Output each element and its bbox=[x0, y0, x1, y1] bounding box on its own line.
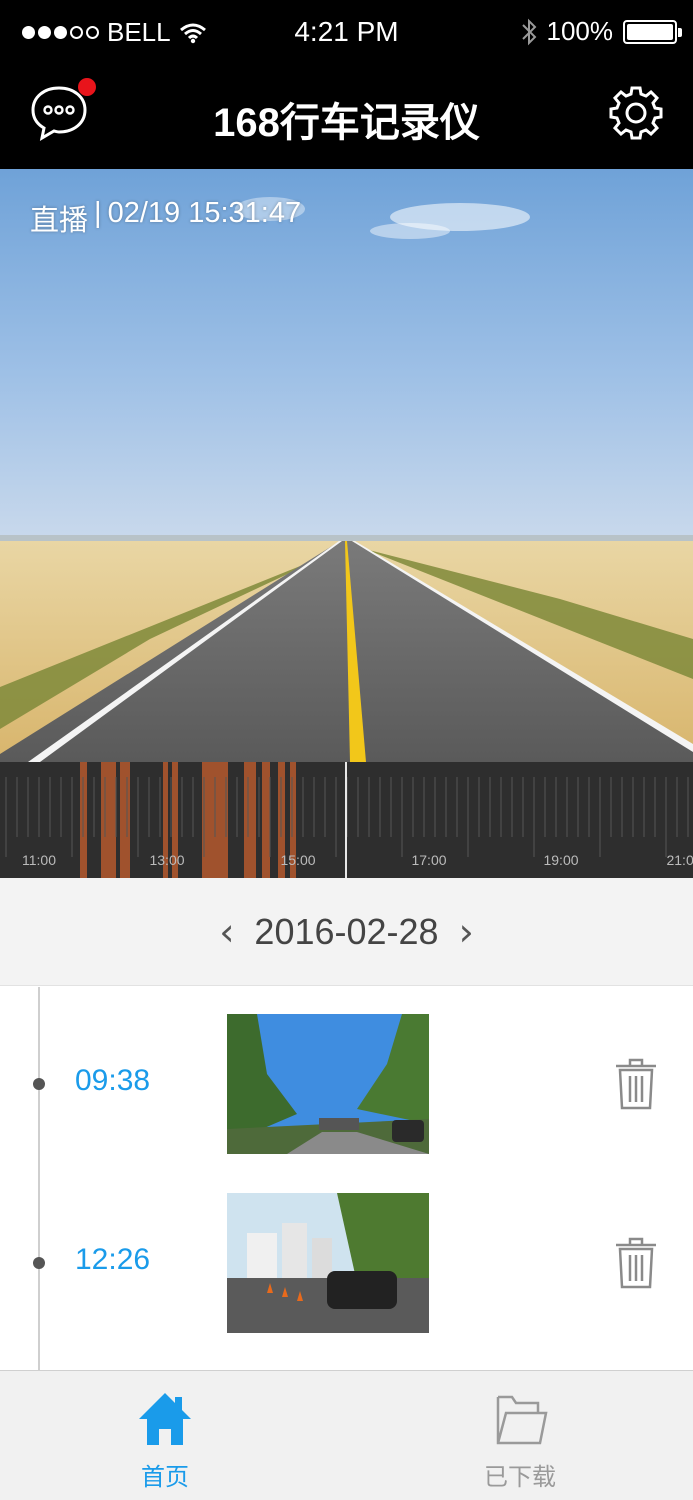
settings-button[interactable] bbox=[609, 84, 663, 142]
recorded-segment[interactable] bbox=[244, 762, 256, 878]
tab-label: 首页 bbox=[141, 1464, 189, 1491]
recorded-segment[interactable] bbox=[101, 762, 116, 878]
recorded-segment[interactable] bbox=[120, 762, 130, 878]
next-date-button[interactable]: › bbox=[459, 910, 474, 954]
battery-percent: 100% bbox=[546, 16, 614, 46]
tab-bar: 首页 已下载 bbox=[0, 1370, 693, 1500]
list-item[interactable]: 09:38 bbox=[0, 1014, 693, 1154]
page-title: 168行车记录仪 bbox=[213, 101, 480, 145]
tab-downloaded[interactable]: 已下载 bbox=[420, 1371, 620, 1500]
status-bar: BELL 4:21 PM 100% bbox=[0, 0, 693, 68]
delete-button[interactable] bbox=[612, 1056, 660, 1112]
recording-list: 09:38 12:26 bbox=[0, 987, 693, 1370]
timeline-tick-label: 19:00 bbox=[543, 852, 579, 868]
live-separator: | bbox=[94, 197, 102, 229]
trash-icon bbox=[616, 1237, 656, 1289]
nav-bar: 168行车记录仪 bbox=[0, 68, 693, 169]
tab-label: 已下载 bbox=[484, 1464, 556, 1491]
recording-timeline[interactable]: 11:00 13:00 15:00 17:00 19:00 21:00 bbox=[0, 762, 693, 878]
timeline-tick-label: 17:00 bbox=[411, 852, 447, 868]
folder-icon bbox=[496, 1395, 548, 1445]
date-navigator: ‹ 2016-02-28 › bbox=[0, 878, 693, 986]
tab-home[interactable]: 首页 bbox=[65, 1371, 265, 1500]
live-label: 直播 bbox=[30, 205, 89, 237]
timeline-tick-label: 11:00 bbox=[22, 852, 56, 868]
recording-time: 09:38 bbox=[75, 1064, 151, 1097]
recording-time: 12:26 bbox=[75, 1243, 151, 1276]
timeline-track bbox=[5, 762, 689, 878]
current-date: 2016-02-28 bbox=[254, 910, 439, 952]
list-item[interactable]: 12:26 bbox=[0, 1193, 693, 1333]
gear-icon bbox=[609, 86, 663, 140]
delete-button[interactable] bbox=[612, 1235, 660, 1291]
timeline-tick-label: 21:00 bbox=[666, 852, 693, 868]
road-scene-image bbox=[0, 169, 693, 762]
trash-icon bbox=[616, 1058, 656, 1110]
battery-icon bbox=[623, 19, 682, 44]
recorded-segment[interactable] bbox=[262, 762, 270, 878]
timeline-dot bbox=[33, 1257, 45, 1269]
prev-date-button[interactable]: ‹ bbox=[219, 910, 234, 954]
live-datetime: 02/19 15:31:47 bbox=[107, 197, 302, 229]
home-icon bbox=[139, 1393, 191, 1445]
status-right: 100% bbox=[521, 16, 682, 47]
tunnel-road-thumbnail[interactable] bbox=[227, 1014, 429, 1154]
live-video[interactable]: 直播 | 02/19 15:31:47 bbox=[0, 169, 693, 762]
timeline-tick-label: 15:00 bbox=[280, 852, 316, 868]
timeline-dot bbox=[33, 1078, 45, 1090]
live-overlay: 直播 | 02/19 15:31:47 bbox=[30, 197, 301, 239]
timeline-tick-label: 13:00 bbox=[149, 852, 185, 868]
bluetooth-icon bbox=[521, 18, 536, 45]
city-street-thumbnail[interactable] bbox=[227, 1193, 429, 1333]
